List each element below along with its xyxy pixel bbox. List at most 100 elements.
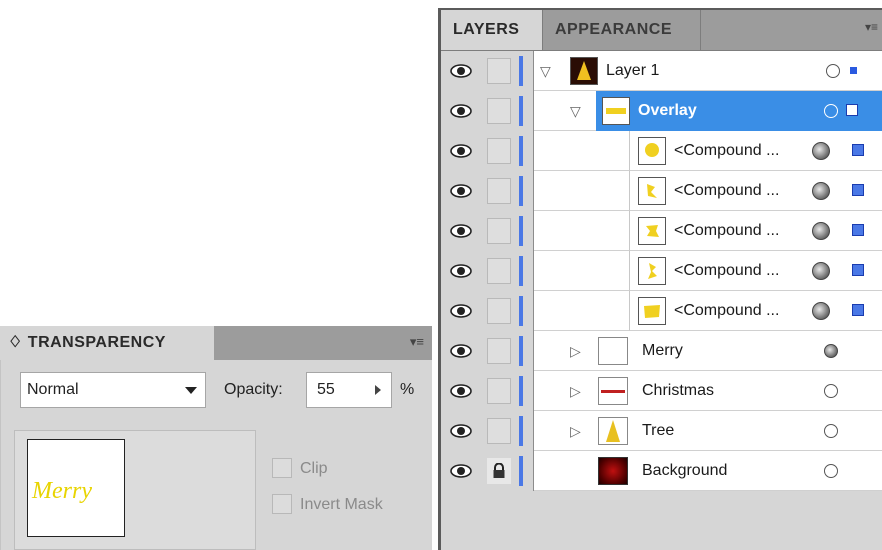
layer-row-compound-3[interactable]: <Compound ... — [441, 211, 882, 251]
tab-appearance[interactable]: APPEARANCE — [543, 10, 701, 50]
visibility-eye-icon[interactable] — [449, 179, 473, 203]
panel-menu-icon[interactable]: ▾≡ — [410, 334, 424, 350]
chevron-down-icon[interactable] — [185, 387, 197, 394]
visibility-eye-icon[interactable] — [449, 139, 473, 163]
lock-toggle[interactable] — [487, 98, 511, 124]
lock-toggle[interactable] — [487, 218, 511, 244]
layer-name[interactable]: <Compound ... — [674, 291, 779, 331]
layer-name[interactable]: Merry — [642, 331, 683, 371]
opacity-field[interactable]: 55 — [306, 372, 392, 408]
lock-toggle[interactable] — [487, 58, 511, 84]
lock-toggle[interactable] — [487, 418, 511, 444]
layer-color-bar — [519, 216, 523, 246]
lock-toggle[interactable] — [487, 178, 511, 204]
tab-transparency[interactable]: ♢ TRANSPARENCY — [0, 326, 214, 360]
object-thumbnail[interactable]: Merry — [27, 439, 125, 537]
target-circle-icon[interactable] — [824, 104, 838, 118]
layer-content[interactable]: ▷ Merry — [534, 331, 882, 371]
layer-name[interactable]: <Compound ... — [674, 131, 779, 171]
panel-collapse-icon[interactable]: ♢ — [8, 334, 23, 351]
layer-row-overlay[interactable]: ▽ Overlay — [441, 91, 882, 131]
layer-name[interactable]: Background — [642, 451, 727, 491]
selection-indicator[interactable] — [852, 144, 864, 156]
lock-toggle[interactable] — [487, 378, 511, 404]
expand-triangle-icon[interactable]: ▷ — [570, 423, 581, 440]
layer-name[interactable]: Tree — [642, 411, 674, 451]
target-circle-icon[interactable] — [812, 222, 830, 240]
layer-color-bar — [519, 416, 523, 446]
layer-row-background[interactable]: Background — [441, 451, 882, 491]
blend-mode-value: Normal — [27, 381, 79, 398]
visibility-eye-icon[interactable] — [449, 379, 473, 403]
layer-content[interactable]: <Compound ... — [629, 251, 882, 291]
opacity-value[interactable]: 55 — [317, 373, 335, 407]
layer-row-compound-4[interactable]: <Compound ... — [441, 251, 882, 291]
visibility-eye-icon[interactable] — [449, 299, 473, 323]
target-circle-icon[interactable] — [826, 64, 840, 78]
preview-area: Merry — [14, 430, 256, 550]
selection-indicator[interactable] — [846, 104, 858, 116]
layer-name[interactable]: Layer 1 — [606, 51, 659, 91]
layer-content[interactable]: ▷ Tree — [534, 411, 882, 451]
layer-row-compound-2[interactable]: <Compound ... — [441, 171, 882, 211]
target-circle-icon[interactable] — [812, 142, 830, 160]
blend-mode-dropdown[interactable]: Normal — [20, 372, 206, 408]
expand-triangle-icon[interactable]: ▷ — [570, 343, 581, 360]
layer-content[interactable]: <Compound ... — [629, 171, 882, 211]
collapse-triangle-icon[interactable]: ▽ — [570, 103, 581, 120]
layer-name[interactable]: <Compound ... — [674, 211, 779, 251]
selection-indicator[interactable] — [852, 264, 864, 276]
layer-row-layer-1[interactable]: ▽ Layer 1 — [441, 51, 882, 91]
visibility-eye-icon[interactable] — [449, 419, 473, 443]
visibility-eye-icon[interactable] — [449, 59, 473, 83]
opacity-slider-arrow-icon[interactable] — [375, 385, 381, 395]
selection-indicator[interactable] — [852, 304, 864, 316]
visibility-eye-icon[interactable] — [449, 339, 473, 363]
compound-path-thumbnail — [638, 217, 666, 245]
target-circle-icon[interactable] — [824, 384, 838, 398]
selected-layer-highlight[interactable]: Overlay — [596, 91, 882, 131]
lock-toggle[interactable] — [487, 338, 511, 364]
lock-toggle[interactable] — [487, 298, 511, 324]
layer-row-tree[interactable]: ▷ Tree — [441, 411, 882, 451]
layer-name[interactable]: <Compound ... — [674, 251, 779, 291]
target-circle-icon[interactable] — [812, 302, 830, 320]
visibility-eye-icon[interactable] — [449, 99, 473, 123]
target-circle-icon[interactable] — [812, 182, 830, 200]
layers-panel: LAYERS APPEARANCE ▾≡ ▽ Layer 1 ▽ Overlay… — [438, 8, 882, 550]
selection-indicator[interactable] — [852, 184, 864, 196]
layer-content[interactable]: ▷ Christmas — [534, 371, 882, 411]
layer-row-merry[interactable]: ▷ Merry — [441, 331, 882, 371]
layer-name[interactable]: <Compound ... — [674, 171, 779, 211]
layer-name[interactable]: Christmas — [642, 371, 714, 411]
selection-indicator[interactable] — [852, 224, 864, 236]
lock-toggle[interactable] — [487, 138, 511, 164]
panel-menu-icon[interactable]: ▾≡ — [865, 20, 878, 34]
clip-checkbox[interactable] — [272, 458, 292, 478]
selection-indicator[interactable] — [850, 67, 857, 74]
visibility-eye-icon[interactable] — [449, 219, 473, 243]
lock-icon[interactable] — [487, 458, 511, 484]
layer-content[interactable]: <Compound ... — [629, 291, 882, 331]
tab-layers[interactable]: LAYERS — [441, 10, 543, 50]
layer-content[interactable]: ▽ Overlay — [534, 91, 882, 131]
visibility-eye-icon[interactable] — [449, 459, 473, 483]
target-circle-icon[interactable] — [824, 344, 838, 358]
layer-content[interactable]: Background — [534, 451, 882, 491]
target-circle-icon[interactable] — [812, 262, 830, 280]
layer-content[interactable]: ▽ Layer 1 — [534, 51, 882, 91]
lock-toggle[interactable] — [487, 258, 511, 284]
layer-content[interactable]: <Compound ... — [629, 131, 882, 171]
layer-color-bar — [519, 56, 523, 86]
layer-row-compound-1[interactable]: <Compound ... — [441, 131, 882, 171]
target-circle-icon[interactable] — [824, 424, 838, 438]
layer-row-christmas[interactable]: ▷ Christmas — [441, 371, 882, 411]
expand-triangle-icon[interactable]: ▷ — [570, 383, 581, 400]
collapse-triangle-icon[interactable]: ▽ — [540, 63, 551, 80]
layer-content[interactable]: <Compound ... — [629, 211, 882, 251]
layer-name[interactable]: Overlay — [638, 91, 697, 131]
visibility-eye-icon[interactable] — [449, 259, 473, 283]
target-circle-icon[interactable] — [824, 464, 838, 478]
layer-row-compound-5[interactable]: <Compound ... — [441, 291, 882, 331]
invert-mask-checkbox[interactable] — [272, 494, 292, 514]
